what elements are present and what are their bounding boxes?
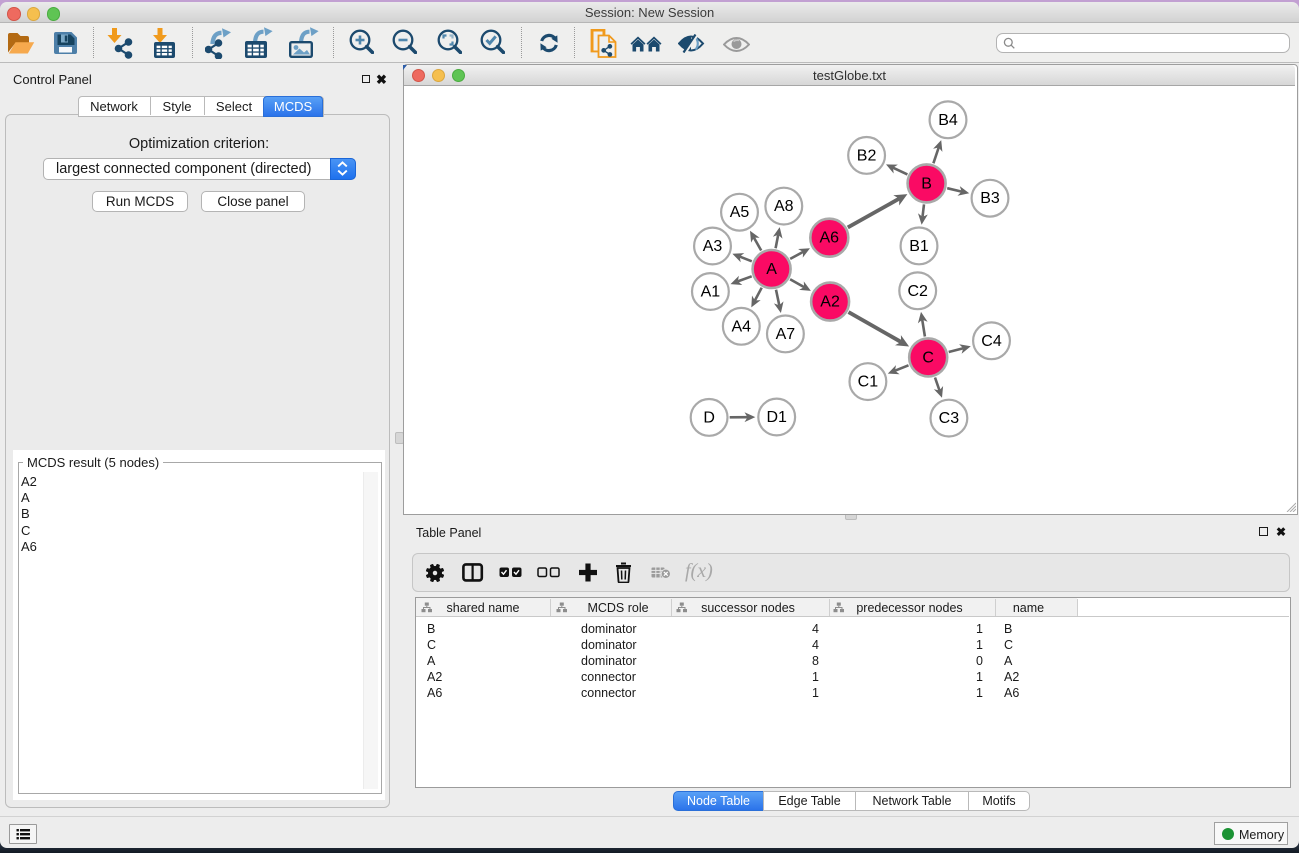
svg-text:C3: C3 [939, 410, 960, 427]
svg-text:C4: C4 [981, 333, 1002, 350]
svg-text:D1: D1 [766, 409, 787, 426]
svg-text:A1: A1 [701, 284, 721, 301]
svg-text:C: C [922, 349, 934, 366]
svg-text:A2: A2 [820, 294, 840, 311]
svg-text:A6: A6 [820, 230, 840, 247]
svg-text:B: B [921, 175, 932, 192]
svg-text:A7: A7 [776, 326, 796, 343]
svg-text:A3: A3 [703, 238, 723, 255]
svg-text:C1: C1 [858, 374, 879, 391]
svg-text:A8: A8 [774, 198, 794, 215]
svg-text:D: D [703, 409, 715, 426]
svg-text:C2: C2 [907, 283, 928, 300]
svg-text:A4: A4 [732, 318, 752, 335]
svg-text:A5: A5 [730, 204, 750, 221]
svg-text:B3: B3 [980, 190, 1000, 207]
svg-text:B1: B1 [909, 238, 929, 255]
svg-text:B4: B4 [938, 112, 958, 129]
svg-text:B2: B2 [857, 147, 877, 164]
svg-text:A: A [766, 261, 777, 278]
